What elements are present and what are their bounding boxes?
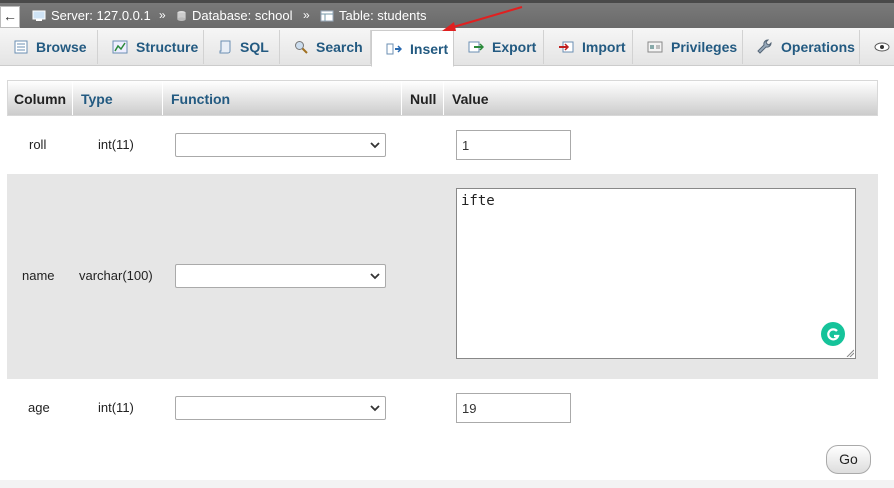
structure-icon: [112, 40, 128, 54]
chevron-down-icon: [370, 405, 380, 412]
tab-privileges-label: Privileges: [671, 39, 738, 55]
table-row: name varchar(100) ifte: [7, 174, 878, 379]
import-icon: [559, 41, 574, 53]
tab-insert[interactable]: Insert: [371, 30, 454, 67]
breadcrumb-database-label: Database: school: [192, 8, 293, 23]
table-row: roll int(11) 1: [7, 116, 878, 174]
database-icon: [177, 10, 186, 21]
table-row: age int(11) 19: [7, 379, 878, 437]
back-arrow-icon[interactable]: ←: [0, 6, 20, 28]
breadcrumb-database[interactable]: Database: school: [176, 8, 292, 23]
grammarly-icon[interactable]: [821, 322, 845, 346]
breadcrumb-table[interactable]: Table: students: [320, 8, 426, 23]
tab-browse[interactable]: Browse: [0, 30, 98, 64]
tab-export[interactable]: Export: [454, 30, 544, 64]
value-textarea[interactable]: ifte: [456, 188, 856, 359]
privileges-icon: [647, 41, 663, 53]
go-button[interactable]: Go: [826, 445, 871, 474]
value-input[interactable]: 1: [456, 130, 571, 160]
tab-import-label: Import: [582, 39, 626, 55]
header-type[interactable]: Type: [81, 91, 113, 107]
breadcrumb-separator: »: [303, 8, 310, 22]
insert-table-header: Column Type Function Null Value: [7, 80, 878, 116]
resize-handle-icon[interactable]: [845, 348, 854, 357]
column-name: name: [22, 268, 55, 283]
tab-sql-label: SQL: [240, 39, 269, 55]
export-icon: [468, 41, 484, 53]
tab-structure-label: Structure: [136, 39, 199, 55]
tab-operations[interactable]: Operations: [743, 30, 860, 64]
tab-privileges[interactable]: Privileges: [633, 30, 743, 64]
header-function[interactable]: Function: [171, 91, 230, 107]
search-icon: [295, 41, 308, 54]
tab-sql[interactable]: SQL: [204, 30, 280, 64]
chevron-down-icon: [370, 273, 380, 280]
column-type: int(11): [98, 400, 134, 415]
tab-import[interactable]: Import: [544, 30, 633, 64]
tab-structure[interactable]: Structure: [98, 30, 204, 64]
column-type: int(11): [98, 137, 134, 152]
breadcrumb-table-label: Table: students: [339, 8, 427, 23]
browse-icon: [14, 40, 28, 54]
tab-more[interactable]: [860, 30, 894, 64]
table-icon: [320, 10, 334, 21]
value-textarea-text: ifte: [461, 193, 495, 209]
breadcrumb-separator: »: [159, 8, 166, 22]
header-column: Column: [14, 91, 67, 107]
operations-icon: [757, 39, 772, 54]
sql-icon: [219, 40, 231, 54]
tab-insert-label: Insert: [410, 40, 449, 57]
tab-operations-label: Operations: [781, 39, 855, 55]
function-select[interactable]: [175, 396, 386, 420]
column-name: age: [28, 400, 50, 415]
footer-strip: [0, 480, 894, 488]
breadcrumb-server[interactable]: Server: 127.0.0.1: [32, 8, 151, 23]
header-value: Value: [452, 91, 489, 107]
tab-browse-label: Browse: [36, 39, 87, 55]
annotation-arrow-icon: [442, 6, 523, 31]
insert-icon: [386, 43, 402, 54]
value-input[interactable]: 19: [456, 393, 571, 423]
function-select[interactable]: [175, 133, 386, 157]
chevron-down-icon: [370, 142, 380, 149]
breadcrumb-server-label: Server: 127.0.0.1: [51, 8, 151, 23]
header-null: Null: [410, 91, 437, 107]
column-name: roll: [29, 137, 47, 152]
tab-export-label: Export: [492, 39, 537, 55]
tab-search-label: Search: [316, 39, 363, 55]
function-select[interactable]: [175, 264, 386, 288]
column-type: varchar(100): [79, 268, 153, 283]
server-icon: [32, 10, 46, 21]
eye-icon: [874, 42, 890, 52]
tab-search[interactable]: Search: [280, 30, 371, 64]
